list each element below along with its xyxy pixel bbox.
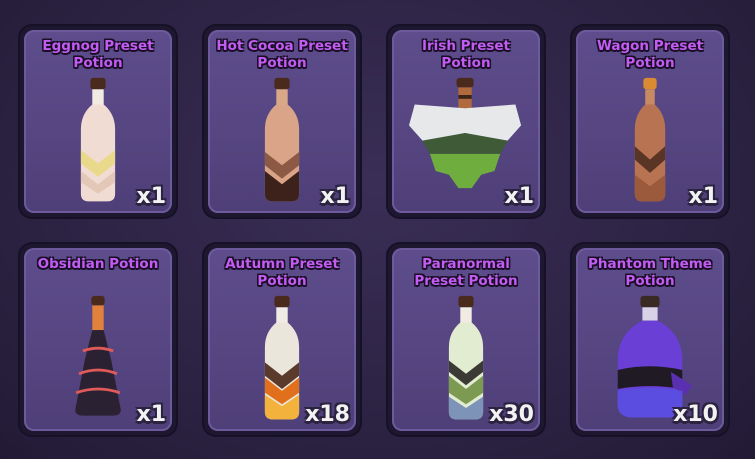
inventory-slot-eggnog[interactable]: Eggnog Preset Potion x1 [18,24,178,219]
item-name: Hot Cocoa Preset Potion [216,38,348,71]
item-name: Autumn Preset Potion [225,256,339,289]
item-name: Irish Preset Potion [421,38,510,71]
item-name: Paranormal Preset Potion [414,256,518,289]
item-count: x1 [320,184,351,209]
inventory-slot-obsidian[interactable]: Obsidian Potion x1 [18,242,178,437]
inventory-grid: Eggnog Preset Potion x1 Hot Cocoa Preset… [0,0,755,459]
item-name: Eggnog Preset Potion [42,38,154,71]
item-count: x18 [305,402,350,427]
item-count: x1 [136,402,167,427]
inventory-slot-irish[interactable]: Irish Preset Potion x1 [386,24,546,219]
item-count: x30 [489,402,534,427]
inventory-slot-autumn[interactable]: Autumn Preset Potion x18 [202,242,362,437]
item-count: x1 [136,184,167,209]
item-name: Phantom Theme Potion [588,256,712,289]
inventory-slot-phantom[interactable]: Phantom Theme Potion x10 [570,242,730,437]
item-count: x1 [688,184,719,209]
inventory-slot-wagon[interactable]: Wagon Preset Potion x1 [570,24,730,219]
item-count: x10 [673,402,718,427]
item-name: Wagon Preset Potion [596,38,704,71]
item-count: x1 [504,184,535,209]
item-name: Obsidian Potion [37,256,159,272]
inventory-slot-hot-cocoa[interactable]: Hot Cocoa Preset Potion x1 [202,24,362,219]
inventory-slot-paranormal[interactable]: Paranormal Preset Potion x30 [386,242,546,437]
